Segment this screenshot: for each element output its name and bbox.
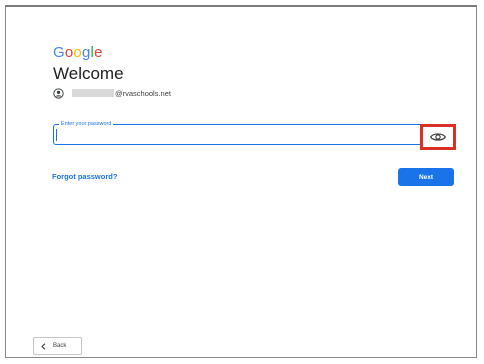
show-password-toggle[interactable] (420, 124, 456, 150)
logo-letter: G (53, 44, 65, 61)
back-button-label: Back (53, 343, 67, 349)
logo-letter: o (73, 44, 82, 61)
account-chip[interactable]: @rvaschools.net (53, 86, 171, 100)
account-circle-icon (53, 87, 64, 99)
page-title: Welcome (53, 64, 124, 83)
eye-icon (430, 133, 446, 141)
logo-letter: g (81, 44, 91, 61)
next-button[interactable]: Next (398, 168, 454, 186)
back-button[interactable]: Back (33, 337, 82, 355)
google-logo: Google (53, 44, 103, 61)
text-caret (56, 129, 57, 141)
logo-letter: e (94, 44, 103, 61)
chevron-left-icon (41, 342, 46, 350)
forgot-password-link[interactable]: Forgot password? (52, 172, 117, 181)
frame-top-border (5, 5, 477, 7)
email-suffix: @rvaschools.net (115, 88, 171, 98)
password-field[interactable] (53, 124, 454, 145)
redacted-username (72, 89, 114, 97)
password-field-label: Enter your password (59, 121, 114, 127)
